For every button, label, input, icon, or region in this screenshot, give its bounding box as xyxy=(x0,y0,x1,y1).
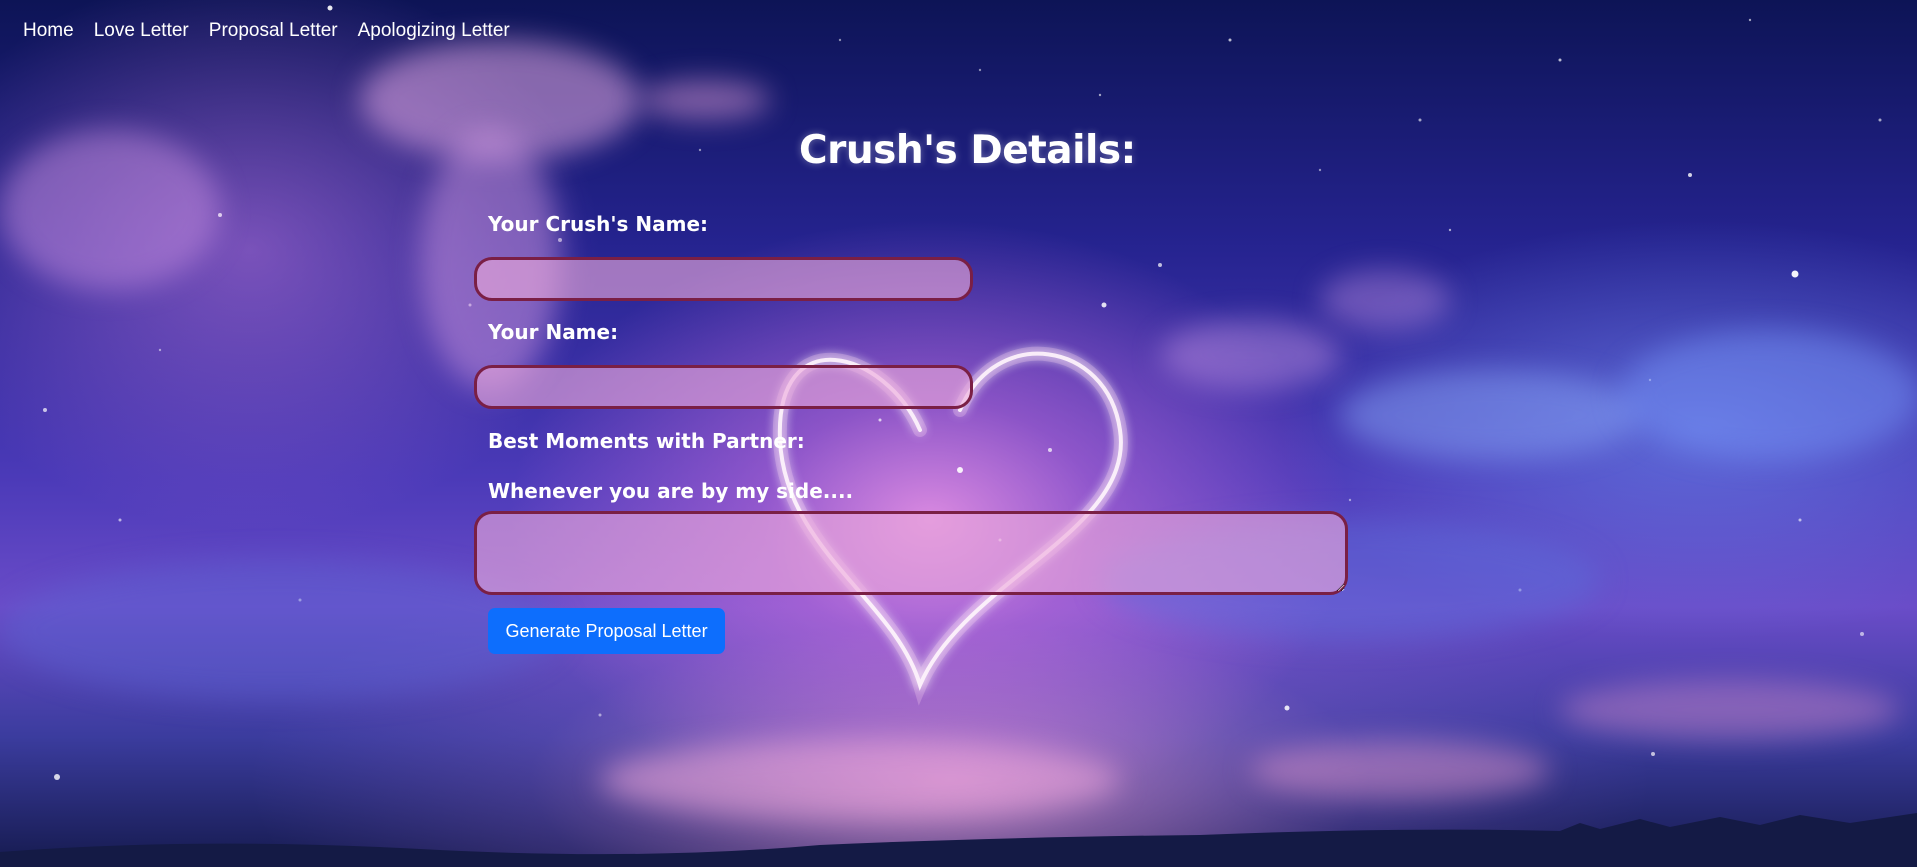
page: Home Love Letter Proposal Letter Apologi… xyxy=(0,0,1917,867)
nav-proposal-letter-link[interactable]: Proposal Letter xyxy=(209,20,338,42)
cloud xyxy=(600,740,1120,820)
nav-apologizing-letter-link[interactable]: Apologizing Letter xyxy=(358,20,510,42)
page-title: Crush's Details: xyxy=(799,128,1136,173)
by-my-side-textarea[interactable] xyxy=(474,511,1348,595)
cloud xyxy=(1250,740,1550,800)
top-nav: Home Love Letter Proposal Letter Apologi… xyxy=(23,20,510,42)
your-name-label: Your Name: xyxy=(488,320,619,344)
cloud xyxy=(1620,330,1917,460)
nav-home-link[interactable]: Home xyxy=(23,20,74,42)
best-moments-label: Best Moments with Partner: xyxy=(488,429,805,453)
cloud xyxy=(0,130,220,290)
nav-love-letter-link[interactable]: Love Letter xyxy=(94,20,189,42)
crush-name-label: Your Crush's Name: xyxy=(488,212,708,236)
hills-silhouette xyxy=(0,813,1917,867)
cloud xyxy=(1320,270,1450,330)
your-name-input[interactable] xyxy=(474,365,973,409)
cloud xyxy=(1160,320,1340,390)
cloud xyxy=(640,80,770,120)
cloud xyxy=(1560,680,1900,740)
generate-proposal-letter-button[interactable]: Generate Proposal Letter xyxy=(488,608,725,654)
cloud xyxy=(1340,370,1640,460)
cloud xyxy=(360,40,640,160)
by-my-side-label: Whenever you are by my side.... xyxy=(488,479,854,503)
crush-name-input[interactable] xyxy=(474,257,973,301)
